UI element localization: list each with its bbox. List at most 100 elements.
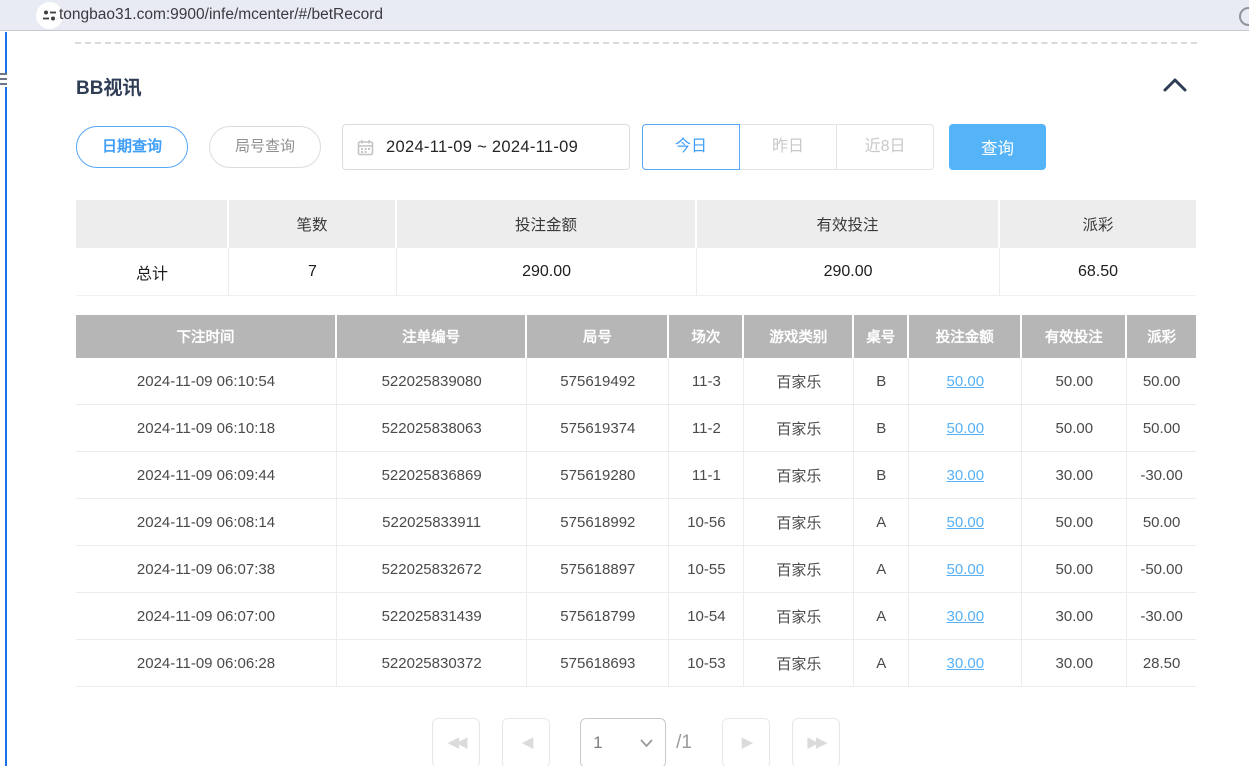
header-session: 场次 bbox=[669, 315, 744, 358]
round-query-tab[interactable]: 局号查询 bbox=[209, 126, 321, 168]
header-payout: 派彩 bbox=[1127, 315, 1196, 358]
page-select-value: 1 bbox=[593, 733, 602, 753]
valid-bet-cell: 30.00 bbox=[1022, 640, 1127, 686]
bet-amount-link[interactable]: 50.00 bbox=[947, 420, 985, 437]
summary-total-label: 总计 bbox=[76, 248, 229, 295]
table-row: 2024-11-09 06:09:44522025836869575619280… bbox=[76, 452, 1196, 499]
bet-amount-cell[interactable]: 50.00 bbox=[909, 499, 1022, 545]
round-id-cell: 575618693 bbox=[527, 640, 669, 686]
tune-icon bbox=[42, 8, 57, 23]
game-type-cell: 百家乐 bbox=[744, 452, 854, 498]
yesterday-button[interactable]: 昨日 bbox=[739, 124, 837, 170]
header-order-id: 注单编号 bbox=[337, 315, 527, 358]
dashed-divider bbox=[75, 42, 1197, 44]
page-select[interactable]: 1 bbox=[580, 718, 666, 766]
chevron-down-icon bbox=[640, 739, 653, 748]
game-type-cell: 百家乐 bbox=[744, 546, 854, 592]
valid-bet-cell: 30.00 bbox=[1022, 593, 1127, 639]
bet-amount-link[interactable]: 30.00 bbox=[947, 655, 985, 672]
table-no-cell: B bbox=[854, 405, 909, 451]
bet-amount-cell[interactable]: 50.00 bbox=[909, 405, 1022, 451]
last-page-button[interactable]: ▶▶ bbox=[792, 718, 840, 766]
header-valid-bet: 有效投注 bbox=[1022, 315, 1127, 358]
round-id-cell: 575619280 bbox=[527, 452, 669, 498]
clipped-browser-icon[interactable] bbox=[1239, 7, 1249, 26]
bet-time-cell: 2024-11-09 06:09:44 bbox=[76, 452, 337, 498]
summary-table: 笔数 投注金额 有效投注 派彩 总计 7 290.00 290.00 68.50 bbox=[76, 200, 1196, 296]
filter-bar: 日期查询 局号查询 2024-11-09 ~ 2024-11-09 今日 昨日 … bbox=[76, 124, 1046, 170]
url-text[interactable]: tongbao31.com:9900/infe/mcenter/#/betRec… bbox=[59, 0, 383, 30]
chevron-up-icon[interactable] bbox=[1161, 74, 1189, 96]
order-id-cell: 522025839080 bbox=[337, 358, 527, 404]
bet-time-cell: 2024-11-09 06:07:00 bbox=[76, 593, 337, 639]
bet-amount-link[interactable]: 50.00 bbox=[947, 561, 985, 578]
date-range-value: 2024-11-09 ~ 2024-11-09 bbox=[386, 138, 578, 157]
quick-range-group: 今日 昨日 近8日 bbox=[642, 124, 934, 170]
last-8-days-button[interactable]: 近8日 bbox=[836, 124, 934, 170]
today-button[interactable]: 今日 bbox=[642, 124, 740, 170]
table-no-cell: B bbox=[854, 452, 909, 498]
summary-count-value: 7 bbox=[229, 248, 397, 295]
game-type-cell: 百家乐 bbox=[744, 499, 854, 545]
session-cell: 11-2 bbox=[669, 405, 744, 451]
page-title: BB视讯 bbox=[76, 73, 141, 100]
pagination-bar: ◀◀ ◀ 1 /1 ▶ ▶▶ bbox=[76, 718, 1196, 766]
bet-amount-cell[interactable]: 30.00 bbox=[909, 640, 1022, 686]
table-row: 2024-11-09 06:10:54522025839080575619492… bbox=[76, 358, 1196, 405]
session-cell: 11-1 bbox=[669, 452, 744, 498]
browser-url-bar[interactable]: tongbao31.com:9900/infe/mcenter/#/betRec… bbox=[0, 0, 1249, 31]
session-cell: 10-55 bbox=[669, 546, 744, 592]
bet-amount-link[interactable]: 50.00 bbox=[947, 373, 985, 390]
bet-amount-cell[interactable]: 50.00 bbox=[909, 546, 1022, 592]
prev-page-button[interactable]: ◀ bbox=[502, 718, 550, 766]
order-id-cell: 522025831439 bbox=[337, 593, 527, 639]
summary-header-valid-bet: 有效投注 bbox=[697, 200, 1000, 248]
bet-amount-cell[interactable]: 30.00 bbox=[909, 452, 1022, 498]
session-cell: 11-3 bbox=[669, 358, 744, 404]
table-row: 2024-11-09 06:08:14522025833911575618992… bbox=[76, 499, 1196, 546]
game-type-cell: 百家乐 bbox=[744, 640, 854, 686]
total-pages-label: /1 bbox=[676, 718, 692, 766]
order-id-cell: 522025832672 bbox=[337, 546, 527, 592]
first-page-button[interactable]: ◀◀ bbox=[432, 718, 480, 766]
payout-cell: -30.00 bbox=[1127, 452, 1196, 498]
date-range-picker[interactable]: 2024-11-09 ~ 2024-11-09 bbox=[342, 124, 630, 170]
table-no-cell: A bbox=[854, 546, 909, 592]
payout-cell: 50.00 bbox=[1127, 358, 1196, 404]
payout-cell: 50.00 bbox=[1127, 405, 1196, 451]
summary-header-bet-amount: 投注金额 bbox=[397, 200, 697, 248]
summary-header-payout: 派彩 bbox=[1000, 200, 1196, 248]
payout-cell: -50.00 bbox=[1127, 546, 1196, 592]
table-row: 2024-11-09 06:07:38522025832672575618897… bbox=[76, 546, 1196, 593]
date-query-tab[interactable]: 日期查询 bbox=[76, 126, 188, 168]
bet-table-body: 2024-11-09 06:10:54522025839080575619492… bbox=[76, 358, 1196, 687]
round-id-cell: 575619492 bbox=[527, 358, 669, 404]
header-bet-time: 下注时间 bbox=[76, 315, 337, 358]
bet-amount-cell[interactable]: 50.00 bbox=[909, 358, 1022, 404]
search-button[interactable]: 查询 bbox=[949, 124, 1046, 170]
order-id-cell: 522025838063 bbox=[337, 405, 527, 451]
table-row: 2024-11-09 06:10:18522025838063575619374… bbox=[76, 405, 1196, 452]
bet-amount-link[interactable]: 30.00 bbox=[947, 608, 985, 625]
panel-left-edge bbox=[5, 32, 7, 766]
next-page-button[interactable]: ▶ bbox=[722, 718, 770, 766]
bet-amount-link[interactable]: 50.00 bbox=[947, 514, 985, 531]
game-type-cell: 百家乐 bbox=[744, 358, 854, 404]
valid-bet-cell: 50.00 bbox=[1022, 405, 1127, 451]
header-game-type: 游戏类别 bbox=[744, 315, 854, 358]
payout-cell: -30.00 bbox=[1127, 593, 1196, 639]
bet-time-cell: 2024-11-09 06:07:38 bbox=[76, 546, 337, 592]
summary-payout-value: 68.50 bbox=[1000, 248, 1196, 295]
valid-bet-cell: 50.00 bbox=[1022, 546, 1127, 592]
table-row: 2024-11-09 06:06:28522025830372575618693… bbox=[76, 640, 1196, 687]
bet-amount-link[interactable]: 30.00 bbox=[947, 467, 985, 484]
header-round-id: 局号 bbox=[527, 315, 669, 358]
summary-bet-amount-value: 290.00 bbox=[397, 248, 697, 295]
bet-time-cell: 2024-11-09 06:10:54 bbox=[76, 358, 337, 404]
summary-header-row: 笔数 投注金额 有效投注 派彩 bbox=[76, 200, 1196, 248]
bet-amount-cell[interactable]: 30.00 bbox=[909, 593, 1022, 639]
valid-bet-cell: 30.00 bbox=[1022, 452, 1127, 498]
order-id-cell: 522025833911 bbox=[337, 499, 527, 545]
bet-record-table: 下注时间注单编号局号场次游戏类别桌号投注金额有效投注派彩 2024-11-09 … bbox=[76, 315, 1196, 687]
round-id-cell: 575619374 bbox=[527, 405, 669, 451]
